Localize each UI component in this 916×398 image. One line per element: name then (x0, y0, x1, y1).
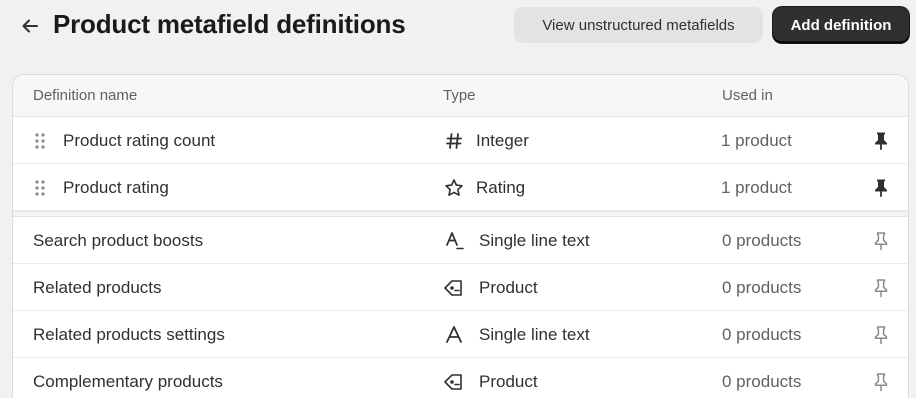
page-header: Product metafield definitions View unstr… (0, 0, 916, 56)
table-row[interactable]: Product rating Rating 1 product (13, 164, 908, 211)
column-header-definition-name[interactable]: Definition name (33, 87, 137, 104)
pin-outline-icon[interactable] (870, 230, 892, 252)
page-title: Product metafield definitions (53, 9, 406, 39)
add-definition-button[interactable]: Add definition (773, 7, 909, 43)
drag-handle-icon[interactable] (33, 132, 47, 150)
table-row[interactable]: Search product boosts Single line text 0… (13, 217, 908, 264)
table-row[interactable]: Complementary products Product 0 product… (13, 358, 908, 398)
definition-used-in: 1 product (721, 131, 792, 150)
pin-filled-icon[interactable] (870, 177, 892, 199)
definition-used-in: 1 product (721, 178, 792, 197)
text-icon (443, 324, 465, 346)
definition-type: Integer (476, 131, 529, 150)
table-row[interactable]: Product rating count Integer 1 product (13, 117, 908, 164)
table-row[interactable]: Related products Product 0 products (13, 264, 908, 311)
drag-handle-icon[interactable] (33, 179, 47, 197)
pin-outline-icon[interactable] (870, 371, 892, 393)
definition-type: Single line text (479, 325, 590, 344)
table-row[interactable]: Related products settings Single line te… (13, 311, 908, 358)
back-button[interactable] (16, 12, 44, 40)
column-header-type[interactable]: Type (443, 87, 476, 104)
product-tag-icon (443, 277, 465, 299)
definition-name: Product rating count (63, 131, 216, 150)
product-tag-icon (443, 371, 465, 393)
pin-filled-icon[interactable] (870, 130, 892, 152)
definition-name: Complementary products (33, 372, 223, 391)
definition-used-in: 0 products (722, 278, 802, 297)
definition-name: Related products (33, 278, 162, 297)
arrow-left-icon (22, 19, 38, 33)
definition-used-in: 0 products (722, 372, 802, 391)
definition-name: Related products settings (33, 325, 225, 344)
definition-type: Single line text (479, 231, 590, 250)
definition-type: Rating (476, 178, 526, 197)
definition-type: Product (479, 372, 538, 391)
definition-type: Product (479, 278, 538, 297)
pin-outline-icon[interactable] (870, 277, 892, 299)
definition-name: Product rating (63, 178, 169, 197)
text-icon (443, 230, 465, 252)
view-unstructured-metafields-button[interactable]: View unstructured metafields (514, 7, 763, 43)
definition-name: Search product boosts (33, 231, 204, 250)
definitions-table: Definition name Type Used in Product rat… (12, 74, 909, 398)
definition-used-in: 0 products (722, 325, 802, 344)
pin-outline-icon[interactable] (870, 324, 892, 346)
hash-icon (443, 130, 465, 152)
table-header: Definition name Type Used in (13, 75, 908, 117)
definition-used-in: 0 products (722, 231, 802, 250)
column-header-used-in[interactable]: Used in (722, 87, 773, 104)
star-icon (443, 177, 465, 199)
